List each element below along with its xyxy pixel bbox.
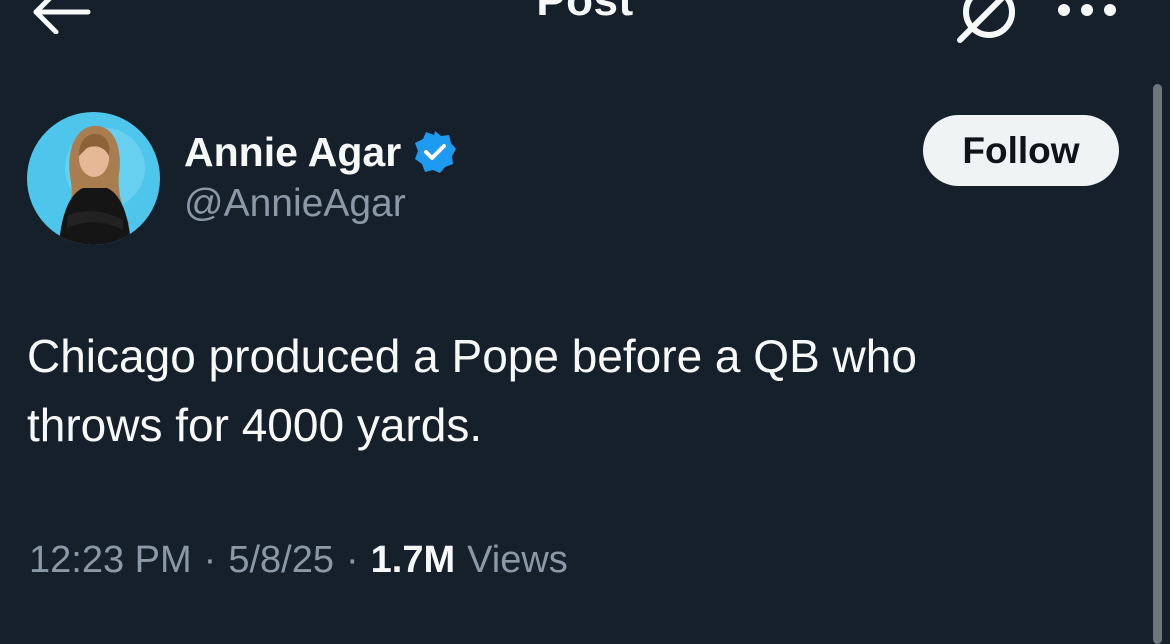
post-text-line-1: Chicago produced a Pope before a QB who [27, 330, 917, 382]
post-text-line-2: throws for 4000 yards. [27, 399, 483, 451]
author-name-row: Annie Agar [184, 124, 457, 180]
avatar[interactable] [27, 112, 160, 245]
views-count[interactable]: 1.7M [371, 539, 455, 582]
grok-button[interactable] [952, 0, 1022, 46]
top-bar: Post [0, 0, 1170, 60]
scrollbar-thumb[interactable] [1153, 84, 1162, 644]
follow-button[interactable]: Follow [923, 115, 1119, 186]
more-options-button[interactable] [1052, 0, 1122, 24]
post-time[interactable]: 12:23 PM [29, 539, 192, 582]
author-display-name[interactable]: Annie Agar [184, 129, 401, 176]
post-meta: 12:23 PM · 5/8/25 · 1.7M Views [29, 534, 568, 586]
more-dots-icon [1058, 4, 1116, 16]
grok-icon [957, 0, 1015, 43]
meta-separator: · [203, 538, 217, 581]
verified-badge-icon [415, 131, 457, 173]
post-date[interactable]: 5/8/25 [228, 539, 334, 582]
author-handle[interactable]: @AnnieAgar [184, 182, 406, 226]
meta-separator: · [345, 538, 359, 581]
post-text: Chicago produced a Pope before a QB who … [27, 322, 1107, 460]
profile-photo [27, 112, 160, 245]
views-label[interactable]: Views [467, 539, 568, 582]
